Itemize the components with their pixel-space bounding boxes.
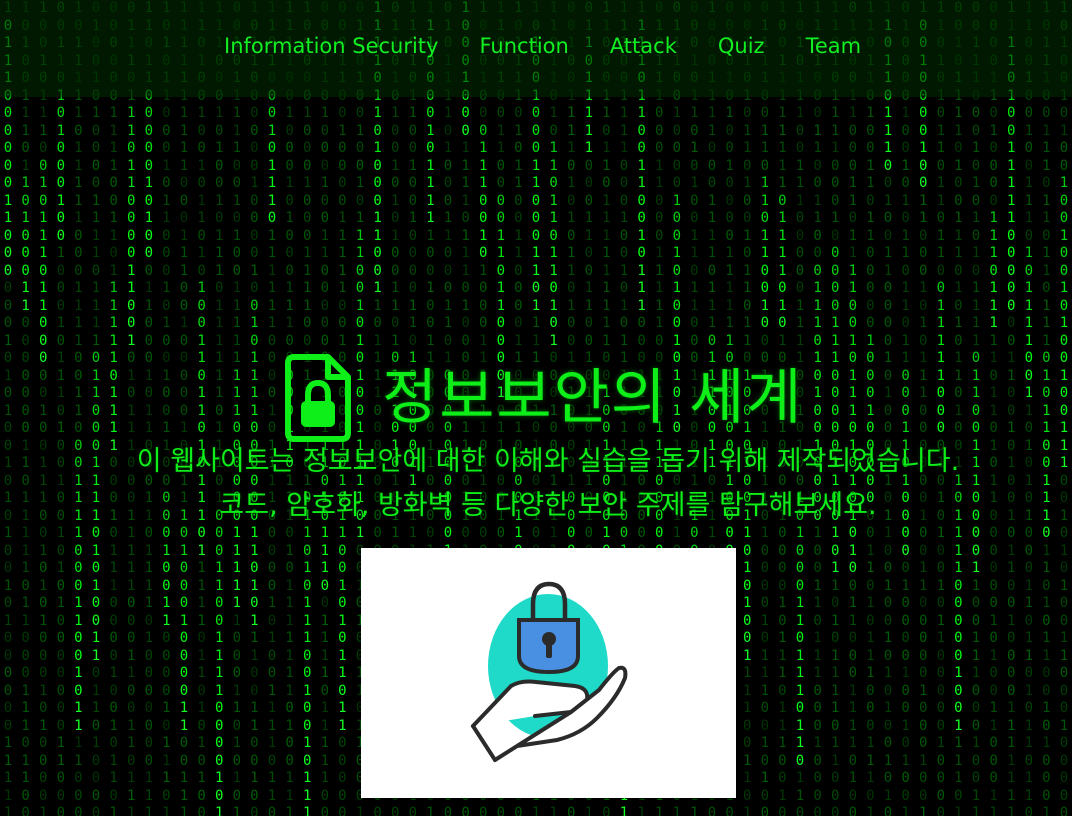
- hand-holding-padlock-icon: [471, 581, 628, 762]
- intro-description-line-2: 코드, 암호화, 방화벽 등 다양한 보안 주제를 탐구해보세요.: [219, 490, 877, 521]
- document-lock-icon: [285, 354, 351, 443]
- hero-section: 정보보안의 세계 이 웹사이트는 정보보안에 대한 이해와 실습을 돕기 위해 …: [0, 0, 1072, 816]
- page-title: 정보보안의 세계: [382, 363, 804, 434]
- intro-description-line-1: 이 웹사이트는 정보보안에 대한 이해와 실습을 돕기 위해 제작되었습니다.: [136, 446, 960, 477]
- hero-security-illustration: [361, 548, 736, 798]
